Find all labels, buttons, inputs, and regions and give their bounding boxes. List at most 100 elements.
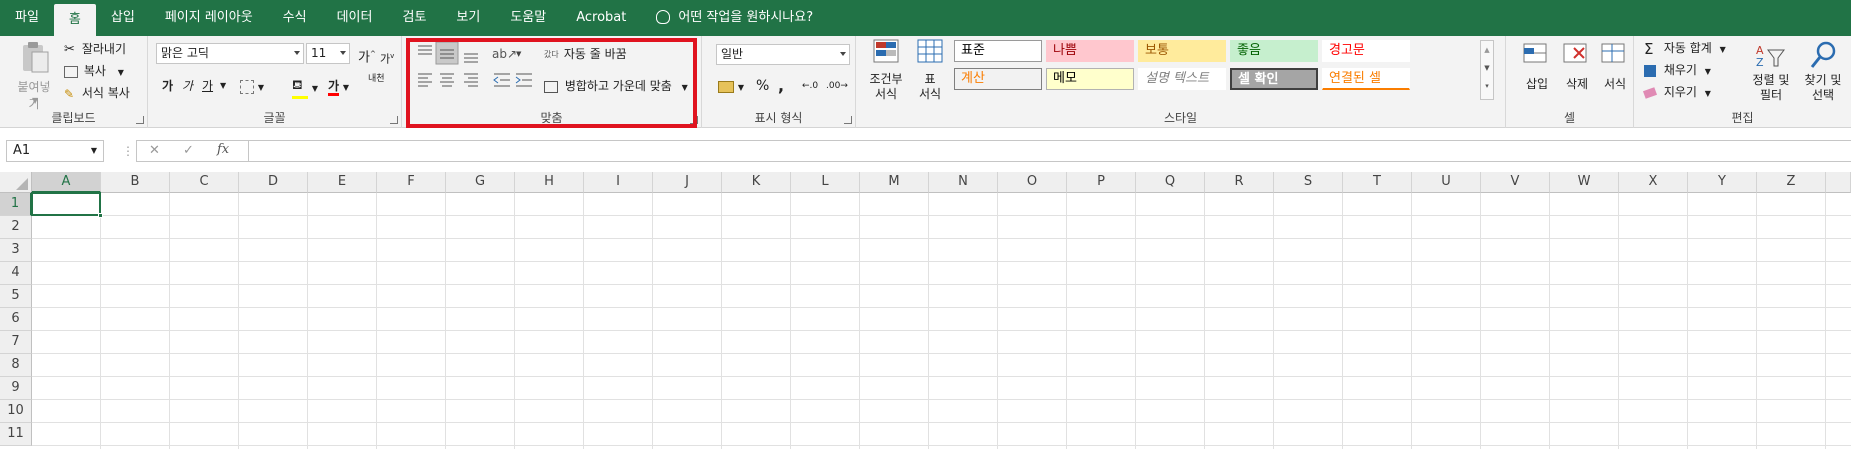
fill-color-button[interactable]: ⛾ ▼ bbox=[292, 76, 318, 99]
cell-style-2[interactable]: 보통 bbox=[1138, 40, 1226, 62]
cell-style-9[interactable]: 연결된 셀 bbox=[1322, 68, 1410, 90]
row-header[interactable]: 7 bbox=[0, 331, 32, 354]
row-header[interactable]: 2 bbox=[0, 216, 32, 239]
tell-me-search[interactable]: 어떤 작업을 원하시나요? bbox=[641, 0, 828, 36]
tab-insert[interactable]: 삽입 bbox=[96, 0, 150, 36]
tab-data[interactable]: 데이터 bbox=[322, 0, 388, 36]
more-styles-icon[interactable]: ▾ bbox=[1481, 77, 1493, 95]
column-header[interactable]: Z bbox=[1757, 172, 1826, 193]
find-select-button[interactable]: 찾기 및 선택 bbox=[1798, 40, 1848, 103]
fill-handle[interactable] bbox=[98, 213, 103, 218]
paste-button[interactable]: 붙여넣기 ▼ bbox=[12, 40, 56, 111]
column-header[interactable]: N bbox=[929, 172, 998, 193]
insert-function-icon[interactable]: fx bbox=[217, 142, 229, 157]
name-box[interactable]: A1 ▼ bbox=[6, 140, 104, 162]
row-header[interactable]: 1 bbox=[0, 193, 32, 216]
column-header[interactable]: D bbox=[239, 172, 308, 193]
accounting-format-button[interactable]: ▼ bbox=[718, 76, 744, 96]
font-color-button[interactable]: 가 ▼ bbox=[328, 76, 349, 96]
row-header[interactable]: 11 bbox=[0, 423, 32, 446]
column-header[interactable]: R bbox=[1205, 172, 1274, 193]
tab-review[interactable]: 검토 bbox=[387, 0, 441, 36]
cell-style-4[interactable]: 경고문 bbox=[1322, 40, 1410, 62]
select-all-corner[interactable] bbox=[0, 172, 32, 193]
delete-cells-button[interactable]: 삭제 bbox=[1560, 40, 1594, 92]
chevron-down-icon[interactable]: ▼ bbox=[91, 141, 97, 161]
column-header[interactable]: H bbox=[515, 172, 584, 193]
cell-style-1[interactable]: 나쁨 bbox=[1046, 40, 1134, 62]
column-header[interactable]: B bbox=[101, 172, 170, 193]
tab-view[interactable]: 보기 bbox=[441, 0, 495, 36]
cell-style-6[interactable]: 메모 bbox=[1046, 68, 1134, 90]
column-header[interactable]: K bbox=[722, 172, 791, 193]
comma-button[interactable]: , bbox=[778, 76, 784, 96]
column-header[interactable]: O bbox=[998, 172, 1067, 193]
sort-filter-button[interactable]: AZ 정렬 및 필터 bbox=[1746, 40, 1796, 103]
column-header[interactable]: G bbox=[446, 172, 515, 193]
column-header[interactable]: X bbox=[1619, 172, 1688, 193]
tab-page-layout[interactable]: 페이지 레이아웃 bbox=[150, 0, 268, 36]
tab-help[interactable]: 도움말 bbox=[495, 0, 561, 36]
increase-decimal-icon[interactable]: ←.0 bbox=[802, 76, 818, 96]
tab-home[interactable]: 홈 bbox=[53, 4, 96, 36]
dialog-launcher-icon[interactable] bbox=[844, 116, 852, 124]
underline-button[interactable]: 가 bbox=[202, 76, 213, 96]
column-header[interactable]: C bbox=[170, 172, 239, 193]
row-header[interactable]: 9 bbox=[0, 377, 32, 400]
column-header[interactable]: T bbox=[1343, 172, 1412, 193]
clear-button[interactable]: 지우기 ▼ bbox=[1642, 82, 1711, 102]
conditional-formatting-button[interactable]: 조건부 서식 bbox=[864, 38, 908, 108]
insert-cells-button[interactable]: 삽입 bbox=[1520, 40, 1554, 92]
row-header[interactable]: 10 bbox=[0, 400, 32, 423]
row-header[interactable]: 3 bbox=[0, 239, 32, 262]
column-header[interactable]: F bbox=[377, 172, 446, 193]
selected-cell-a1[interactable] bbox=[31, 192, 101, 216]
tab-formulas[interactable]: 수식 bbox=[268, 0, 322, 36]
autosum-button[interactable]: Σ 자동 합계 ▼ bbox=[1644, 38, 1726, 58]
format-painter-button[interactable]: ✎ 서식 복사 bbox=[64, 83, 130, 103]
column-header[interactable]: Q bbox=[1136, 172, 1205, 193]
percent-button[interactable]: % bbox=[756, 76, 769, 96]
phonetic-button[interactable]: 내천 bbox=[368, 74, 392, 94]
borders-button[interactable]: ▼ bbox=[240, 76, 264, 96]
row-header[interactable]: 4 bbox=[0, 262, 32, 285]
column-header[interactable]: V bbox=[1481, 172, 1550, 193]
column-header[interactable]: A bbox=[32, 172, 101, 193]
row-header[interactable]: 8 bbox=[0, 354, 32, 377]
cell-style-0[interactable]: 표준 bbox=[954, 40, 1042, 62]
italic-button[interactable]: 가 bbox=[182, 76, 193, 96]
cancel-icon[interactable]: ✕ bbox=[149, 143, 160, 158]
copy-button[interactable]: 복사 ▼ bbox=[64, 61, 124, 81]
grow-font-button[interactable]: 가^ bbox=[358, 44, 376, 65]
tab-acrobat[interactable]: Acrobat bbox=[561, 0, 641, 36]
cell-style-5[interactable]: 계산 bbox=[954, 68, 1042, 90]
chevron-down-icon[interactable]: ▼ bbox=[220, 76, 226, 96]
column-header[interactable]: Y bbox=[1688, 172, 1757, 193]
format-cells-button[interactable]: 서식 bbox=[1598, 40, 1632, 92]
column-header[interactable]: M bbox=[860, 172, 929, 193]
column-header[interactable]: L bbox=[791, 172, 860, 193]
column-header[interactable]: P bbox=[1067, 172, 1136, 193]
enter-icon[interactable]: ✓ bbox=[183, 143, 194, 158]
column-header[interactable]: J bbox=[653, 172, 722, 193]
styles-gallery-scrollbar[interactable]: ▲ ▼ ▾ bbox=[1480, 40, 1494, 100]
dialog-launcher-icon[interactable] bbox=[390, 116, 398, 124]
column-header[interactable]: I bbox=[584, 172, 653, 193]
shrink-font-button[interactable]: 가v bbox=[380, 46, 394, 66]
scroll-down-icon[interactable]: ▼ bbox=[1481, 59, 1493, 77]
scroll-up-icon[interactable]: ▲ bbox=[1481, 41, 1493, 59]
font-size-select[interactable]: 11 bbox=[306, 43, 350, 64]
column-header[interactable]: S bbox=[1274, 172, 1343, 193]
format-as-table-button[interactable]: 표 서식 bbox=[910, 38, 950, 108]
formula-input[interactable] bbox=[248, 140, 1851, 162]
cell-style-3[interactable]: 좋음 bbox=[1230, 40, 1318, 62]
cut-button[interactable]: ✂ 잘라내기 bbox=[64, 39, 126, 59]
cell-style-7[interactable]: 설명 텍스트 bbox=[1138, 68, 1226, 90]
worksheet-grid[interactable]: A B C D E F G H I J K L M N O P Q R S T U V W X Y Z 1 2 3 4 5 6 7 8 9 10 11 bbox=[0, 172, 1851, 449]
column-header[interactable]: W bbox=[1550, 172, 1619, 193]
bold-button[interactable]: 가 bbox=[162, 76, 173, 96]
fill-button[interactable]: 채우기 ▼ bbox=[1644, 60, 1711, 80]
column-header[interactable]: U bbox=[1412, 172, 1481, 193]
dialog-launcher-icon[interactable] bbox=[136, 116, 144, 124]
decrease-decimal-icon[interactable]: .00→ bbox=[826, 76, 848, 96]
